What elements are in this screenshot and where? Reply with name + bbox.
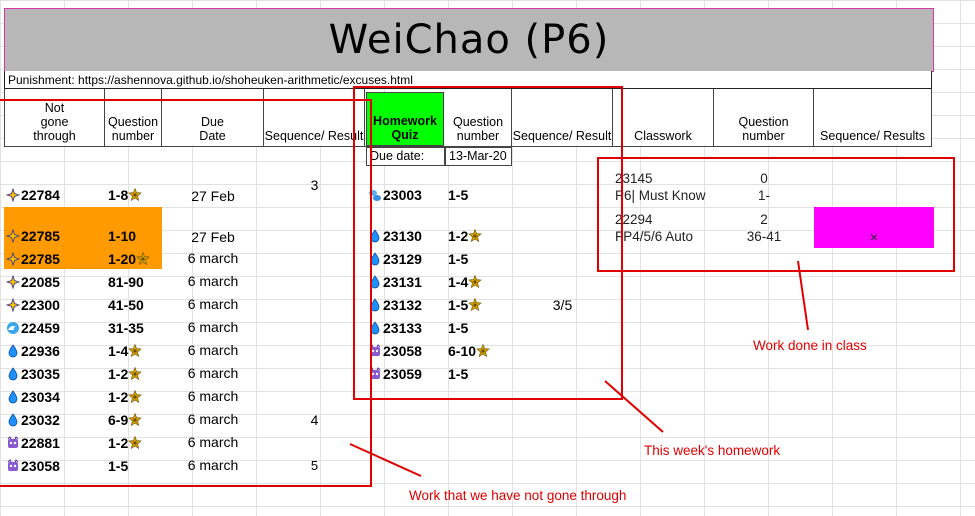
not-gone-annotation: Work that we have not gone through [409, 488, 627, 503]
classwork-pointer-line [797, 260, 809, 331]
homework-pointer-line [604, 380, 664, 433]
homework-annotation: This week's homework [644, 443, 781, 458]
not-gone-pointer-line [349, 443, 422, 477]
classwork-annotation: Work done in class [753, 338, 867, 353]
annotation-arrows [349, 260, 809, 477]
